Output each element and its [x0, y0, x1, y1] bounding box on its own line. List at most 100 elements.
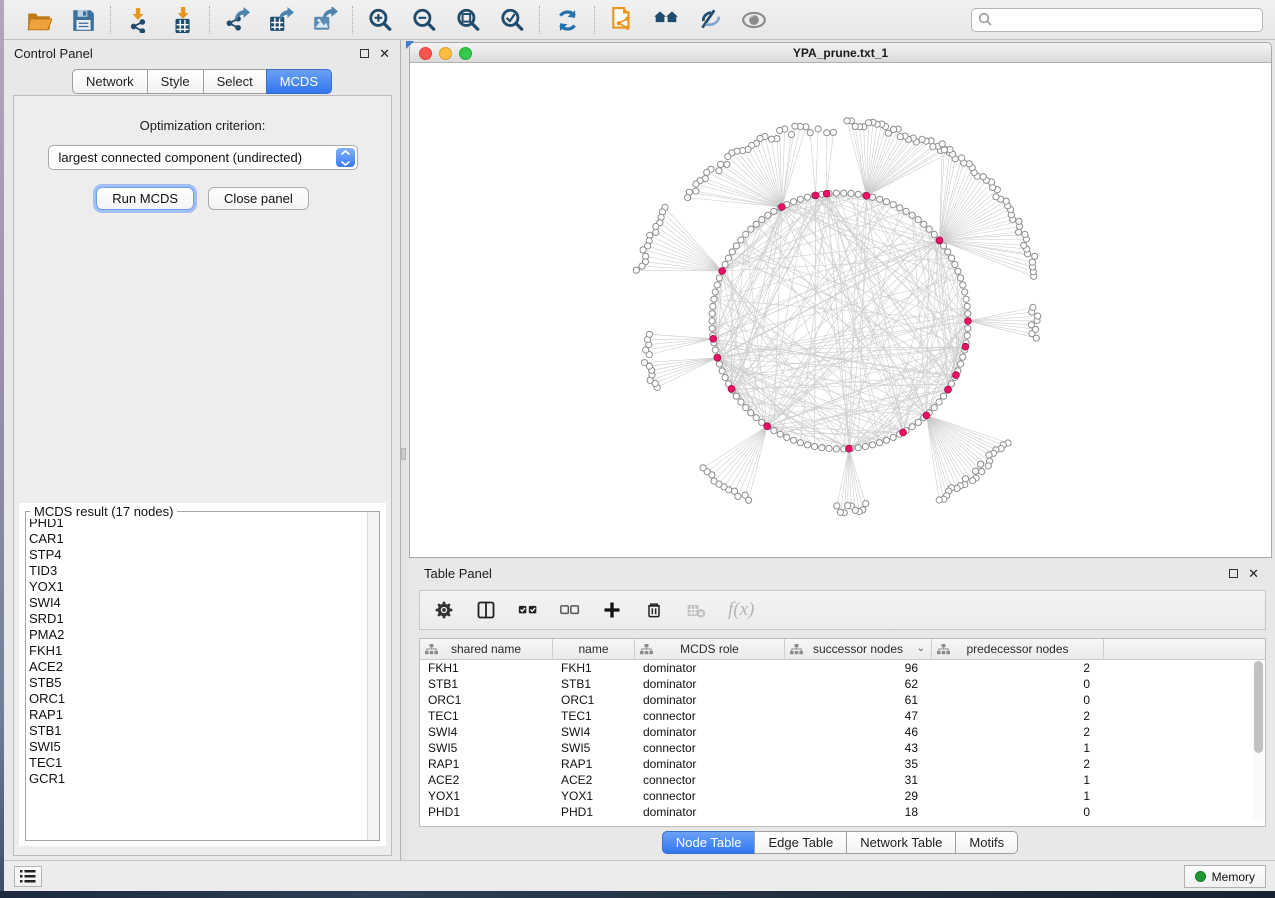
tab-mcds[interactable]: MCDS	[266, 69, 332, 94]
float-table-panel-icon[interactable]	[1229, 569, 1238, 578]
table-row[interactable]: YOX1YOX1connector291	[420, 788, 1265, 804]
table-scrollbar-thumb[interactable]	[1254, 661, 1263, 753]
export-image-button[interactable]	[310, 5, 340, 35]
table-scrollbar[interactable]	[1253, 661, 1264, 821]
mcds-result-item[interactable]: STP4	[27, 547, 366, 563]
table-row[interactable]: ACE2ACE2connector311	[420, 772, 1265, 788]
window-close-icon[interactable]	[419, 47, 432, 60]
column-header-MCDS-role[interactable]: MCDS role	[635, 639, 785, 659]
mcds-result-item[interactable]: STB5	[27, 675, 366, 691]
search-icon	[978, 12, 992, 26]
memory-button[interactable]: Memory	[1184, 865, 1266, 888]
tab-select[interactable]: Select	[203, 69, 267, 94]
run-mcds-button[interactable]: Run MCDS	[96, 187, 194, 210]
table-cell: ACE2	[420, 772, 553, 788]
optimization-criterion-select[interactable]: largest connected component (undirected)	[48, 145, 358, 170]
share-network-button[interactable]	[607, 5, 637, 35]
mcds-result-item[interactable]: FKH1	[27, 643, 366, 659]
export-network-button[interactable]	[222, 5, 252, 35]
zoom-in-button[interactable]	[365, 5, 395, 35]
table-cell: 0	[932, 692, 1104, 708]
table-cell: SWI4	[553, 724, 635, 740]
close-table-panel-icon[interactable]: ✕	[1248, 567, 1259, 580]
mcds-result-item[interactable]: CAR1	[27, 531, 366, 547]
hide-details-button[interactable]	[695, 5, 725, 35]
mcds-result-item[interactable]: SRD1	[27, 611, 366, 627]
mcds-result-item[interactable]: RAP1	[27, 707, 366, 723]
tab-node-table[interactable]: Node Table	[662, 831, 756, 854]
column-header-successor-nodes[interactable]: successor nodes⌄	[785, 639, 932, 659]
delete-column-button[interactable]	[644, 600, 664, 620]
search-input[interactable]	[971, 8, 1263, 32]
table-cell: connector	[635, 740, 785, 756]
node-table-body: FKH1FKH1dominator962STB1STB1dominator620…	[420, 660, 1265, 820]
table-cell: 1	[932, 740, 1104, 756]
optimization-criterion-value: largest connected component (undirected)	[59, 150, 303, 165]
network-window-titlebar[interactable]: YPA_prune.txt_1	[410, 43, 1271, 63]
network-window-title: YPA_prune.txt_1	[793, 46, 888, 60]
import-network-button[interactable]	[123, 5, 153, 35]
add-column-button[interactable]	[602, 600, 622, 620]
select-all-rows-button[interactable]	[518, 600, 538, 620]
table-cell: SWI5	[553, 740, 635, 756]
table-row[interactable]: FKH1FKH1dominator962	[420, 660, 1265, 676]
network-canvas[interactable]	[410, 63, 1271, 557]
mcds-result-item[interactable]: TEC1	[27, 755, 366, 771]
tab-network[interactable]: Network	[72, 69, 148, 94]
first-neighbors-icon	[653, 7, 679, 33]
table-row[interactable]: ORC1ORC1dominator610	[420, 692, 1265, 708]
table-row[interactable]: TEC1TEC1connector472	[420, 708, 1265, 724]
mcds-result-item[interactable]: ACE2	[27, 659, 366, 675]
settings-gear-button[interactable]	[434, 600, 454, 620]
table-row[interactable]: SWI5SWI5connector431	[420, 740, 1265, 756]
mcds-result-item[interactable]: ORC1	[27, 691, 366, 707]
table-cell: 1	[932, 788, 1104, 804]
deselect-all-rows-button[interactable]	[560, 600, 580, 620]
focus-corner-marker	[406, 41, 414, 49]
show-column-panel-button[interactable]	[476, 600, 496, 620]
show-details-button[interactable]	[739, 5, 769, 35]
mcds-result-item[interactable]: STB1	[27, 723, 366, 739]
column-header-shared-name[interactable]: shared name	[420, 639, 553, 659]
function-builder-button[interactable]: f(x)	[728, 599, 754, 621]
table-cell: RAP1	[420, 756, 553, 772]
open-file-button[interactable]	[24, 5, 54, 35]
tab-edge-table[interactable]: Edge Table	[754, 831, 847, 854]
mcds-result-list: PHD1CAR1STP4TID3YOX1SWI4SRD1PMA2FKH1ACE2…	[27, 515, 366, 839]
table-row[interactable]: STB1STB1dominator620	[420, 676, 1265, 692]
column-header-predecessor-nodes[interactable]: predecessor nodes	[932, 639, 1104, 659]
refresh-view-button[interactable]	[552, 5, 582, 35]
mcds-result-item[interactable]: SWI4	[27, 595, 366, 611]
graph-leaf-nodes[interactable]	[633, 118, 1041, 516]
zoom-out-button[interactable]	[409, 5, 439, 35]
import-table-button[interactable]	[167, 5, 197, 35]
tab-network-table[interactable]: Network Table	[846, 831, 956, 854]
mcds-result-scrollbar[interactable]	[367, 512, 379, 840]
first-neighbors-button[interactable]	[651, 5, 681, 35]
mcds-result-item[interactable]: GCR1	[27, 771, 366, 787]
mcds-result-item[interactable]: SWI5	[27, 739, 366, 755]
save-session-icon	[70, 7, 96, 33]
delete-table-button[interactable]	[686, 600, 706, 620]
table-row[interactable]: SWI4SWI4dominator462	[420, 724, 1265, 740]
float-panel-icon[interactable]	[360, 49, 369, 58]
zoom-fit-button[interactable]	[453, 5, 483, 35]
mcds-result-item[interactable]: YOX1	[27, 579, 366, 595]
mcds-result-item[interactable]: TID3	[27, 563, 366, 579]
close-panel-icon[interactable]: ✕	[379, 47, 390, 60]
window-minimize-icon[interactable]	[439, 47, 452, 60]
tab-motifs[interactable]: Motifs	[955, 831, 1018, 854]
mcds-result-item[interactable]: PMA2	[27, 627, 366, 643]
control-panel-title: Control Panel	[14, 46, 93, 61]
export-table-button[interactable]	[266, 5, 296, 35]
save-session-button[interactable]	[68, 5, 98, 35]
zoom-in-icon	[367, 7, 393, 33]
zoom-selected-button[interactable]	[497, 5, 527, 35]
close-panel-button[interactable]: Close panel	[208, 187, 309, 210]
task-history-button[interactable]	[14, 866, 42, 887]
window-zoom-icon[interactable]	[459, 47, 472, 60]
table-row[interactable]: PHD1PHD1dominator180	[420, 804, 1265, 820]
table-row[interactable]: RAP1RAP1dominator352	[420, 756, 1265, 772]
tab-style[interactable]: Style	[147, 69, 204, 94]
column-header-name[interactable]: name	[553, 639, 635, 659]
